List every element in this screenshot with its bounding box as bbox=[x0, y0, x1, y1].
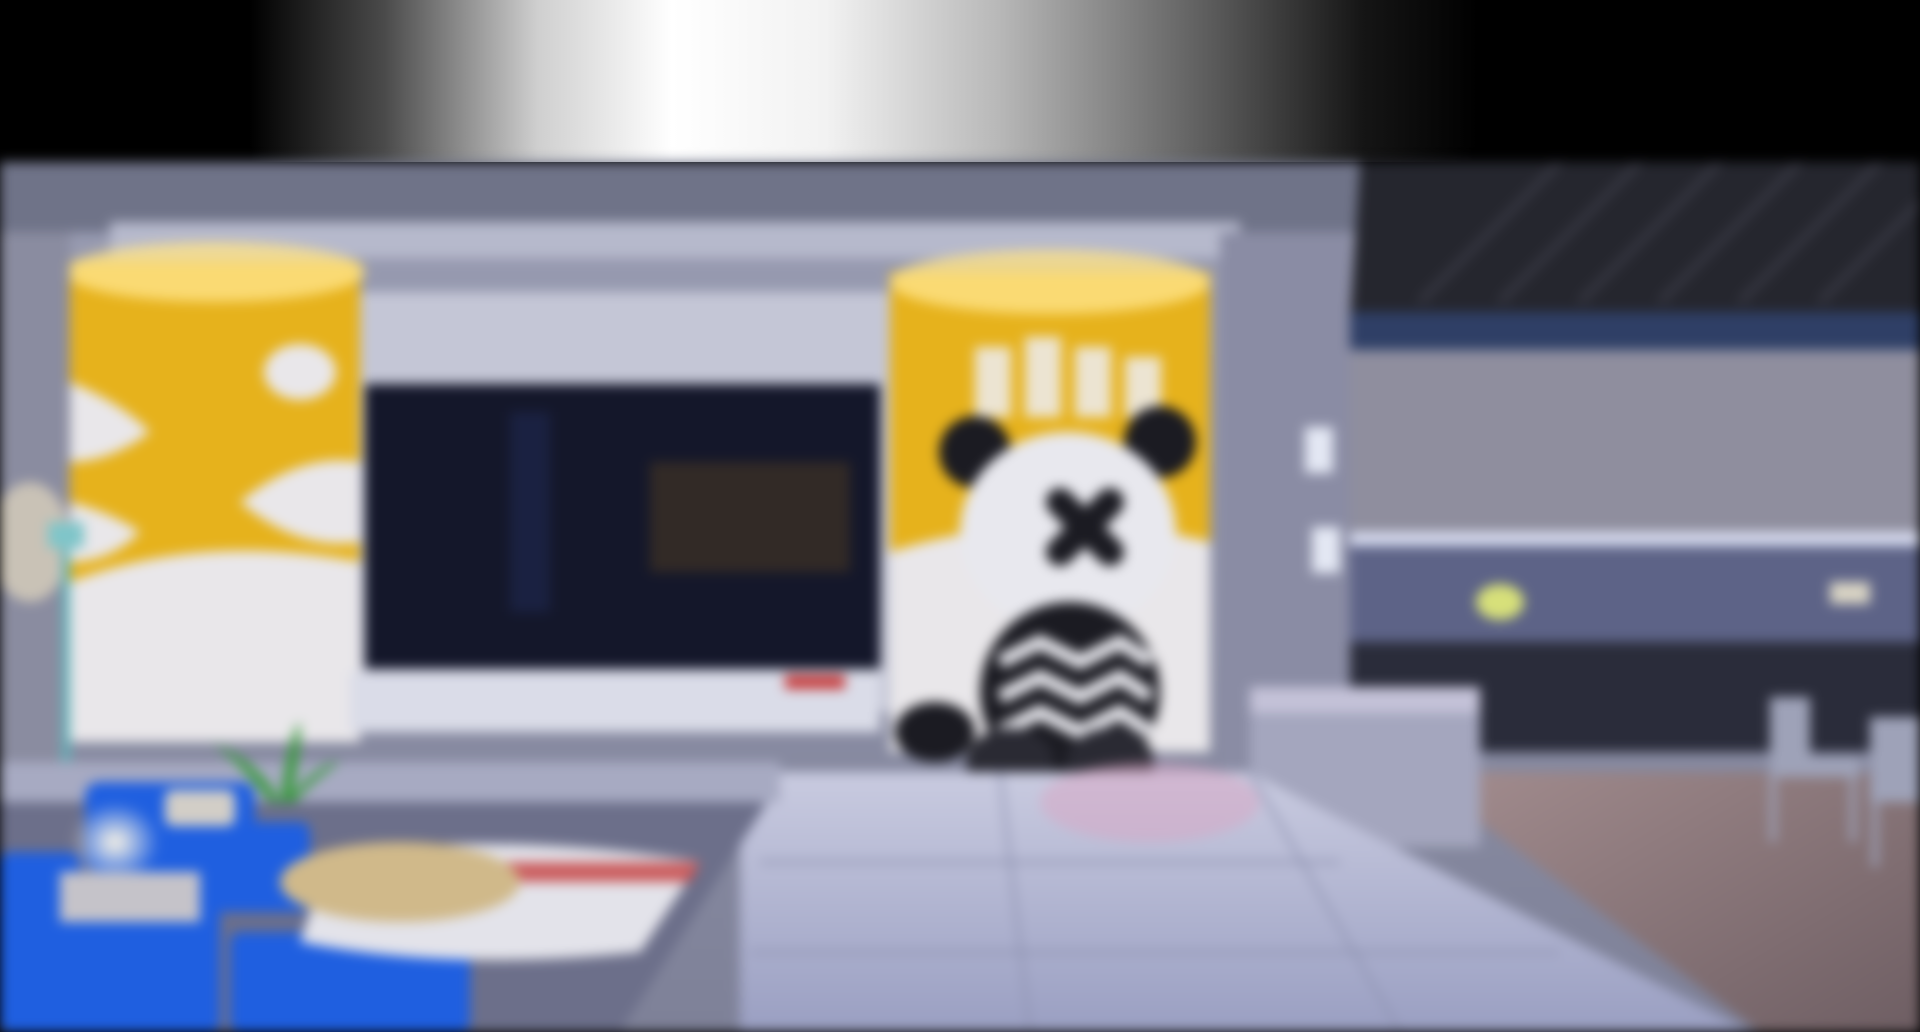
scene-shape bbox=[895, 702, 975, 762]
scene-shape bbox=[1770, 697, 1810, 767]
room-scene bbox=[0, 162, 1920, 1032]
tv-screen-reflection bbox=[510, 412, 550, 612]
floor-lamp-head bbox=[48, 522, 84, 548]
wall-light bbox=[1312, 527, 1340, 573]
wall-light bbox=[1305, 427, 1333, 473]
side-table bbox=[60, 872, 200, 922]
coffee-table bbox=[280, 842, 520, 922]
pink-light-reflection bbox=[1040, 762, 1260, 842]
left-panel-lamp-glow bbox=[65, 242, 365, 302]
table-lamp-glow bbox=[70, 802, 160, 882]
console-red-item bbox=[785, 675, 845, 689]
scene-shape bbox=[1870, 717, 1920, 787]
scene-shape bbox=[1770, 757, 1860, 777]
ceiling bbox=[0, 162, 1360, 232]
tv-screen-reflection bbox=[650, 462, 850, 572]
kitchen-lamp bbox=[1476, 584, 1524, 620]
scene-shape bbox=[1046, 488, 1124, 566]
floor-lamp-pole bbox=[62, 522, 70, 762]
scene-shape bbox=[975, 347, 1011, 417]
left-panel-white-shape bbox=[70, 550, 360, 742]
kitchen-outlet bbox=[1830, 582, 1870, 604]
sofa-cushion bbox=[165, 790, 235, 826]
scene-shape bbox=[1075, 347, 1111, 417]
scene-shape bbox=[1850, 772, 1856, 842]
left-panel-white-shape bbox=[264, 344, 336, 400]
scene-shape bbox=[1770, 772, 1776, 842]
kitchen-upper-cabinets bbox=[1350, 352, 1920, 532]
kitchen-ceiling-band bbox=[1350, 312, 1920, 350]
kitchen-ceiling bbox=[1350, 162, 1920, 317]
top-gradient-banner bbox=[0, 0, 1920, 162]
scene-shape bbox=[1025, 337, 1061, 417]
scene-shape bbox=[1872, 797, 1878, 867]
game-viewport bbox=[0, 162, 1920, 1032]
kitchen-island-top bbox=[1250, 687, 1480, 713]
right-panel-lamp-glow bbox=[890, 250, 1210, 314]
under-cabinet-light bbox=[1350, 532, 1920, 546]
game-screen bbox=[0, 0, 1920, 1032]
